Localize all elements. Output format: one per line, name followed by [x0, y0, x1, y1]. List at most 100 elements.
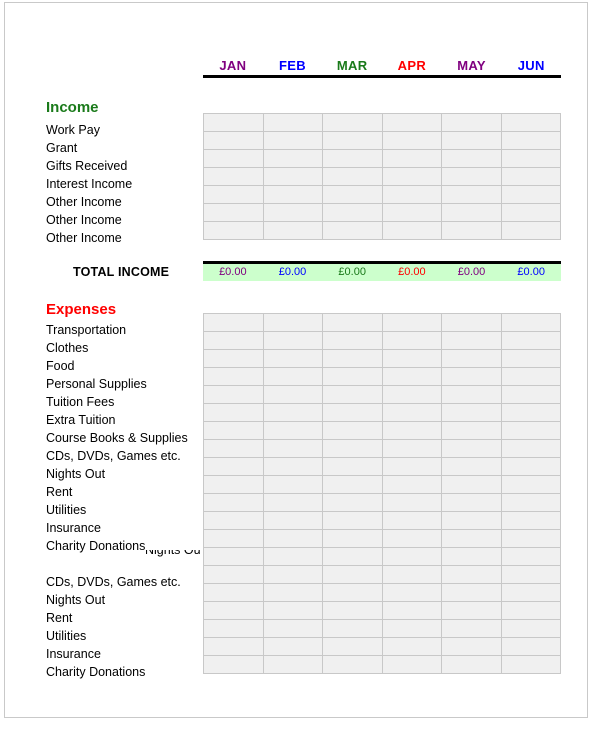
data-cell-r18-c2[interactable] — [323, 638, 383, 656]
data-cell-r1-c0[interactable] — [204, 132, 264, 150]
data-cell-r7-c3[interactable] — [382, 440, 442, 458]
data-cell-r0-c4[interactable] — [442, 114, 502, 132]
data-cell-r7-c0[interactable] — [204, 440, 264, 458]
data-cell-r7-c1[interactable] — [263, 440, 323, 458]
data-cell-r13-c3[interactable] — [382, 548, 442, 566]
data-cell-r11-c1[interactable] — [263, 512, 323, 530]
data-cell-r17-c2[interactable] — [323, 620, 383, 638]
data-cell-r19-c1[interactable] — [263, 656, 323, 674]
data-cell-r9-c3[interactable] — [382, 476, 442, 494]
data-cell-r0-c1[interactable] — [263, 114, 323, 132]
data-cell-r18-c4[interactable] — [442, 638, 502, 656]
data-cell-r1-c3[interactable] — [382, 132, 442, 150]
data-cell-r6-c3[interactable] — [382, 222, 442, 240]
data-cell-r1-c3[interactable] — [382, 332, 442, 350]
data-cell-r14-c0[interactable] — [204, 566, 264, 584]
data-cell-r12-c1[interactable] — [263, 530, 323, 548]
data-cell-r2-c3[interactable] — [382, 350, 442, 368]
data-cell-r16-c0[interactable] — [204, 602, 264, 620]
data-cell-r9-c2[interactable] — [323, 476, 383, 494]
data-cell-r8-c1[interactable] — [263, 458, 323, 476]
data-cell-r1-c1[interactable] — [263, 332, 323, 350]
data-cell-r17-c3[interactable] — [382, 620, 442, 638]
data-cell-r6-c1[interactable] — [263, 422, 323, 440]
data-cell-r6-c0[interactable] — [204, 222, 264, 240]
data-cell-r7-c2[interactable] — [323, 440, 383, 458]
data-cell-r9-c0[interactable] — [204, 476, 264, 494]
data-cell-r0-c5[interactable] — [501, 314, 561, 332]
data-cell-r9-c5[interactable] — [501, 476, 561, 494]
data-cell-r12-c5[interactable] — [501, 530, 561, 548]
data-cell-r2-c2[interactable] — [323, 150, 383, 168]
data-cell-r1-c4[interactable] — [442, 132, 502, 150]
data-cell-r10-c1[interactable] — [263, 494, 323, 512]
data-cell-r6-c0[interactable] — [204, 422, 264, 440]
data-cell-r4-c4[interactable] — [442, 386, 502, 404]
data-cell-r17-c0[interactable] — [204, 620, 264, 638]
data-cell-r12-c3[interactable] — [382, 530, 442, 548]
data-cell-r4-c4[interactable] — [442, 186, 502, 204]
data-cell-r0-c4[interactable] — [442, 314, 502, 332]
data-cell-r16-c5[interactable] — [501, 602, 561, 620]
data-cell-r18-c5[interactable] — [501, 638, 561, 656]
data-cell-r10-c3[interactable] — [382, 494, 442, 512]
data-cell-r8-c4[interactable] — [442, 458, 502, 476]
data-cell-r18-c3[interactable] — [382, 638, 442, 656]
data-cell-r3-c3[interactable] — [382, 168, 442, 186]
data-cell-r15-c5[interactable] — [501, 584, 561, 602]
data-cell-r0-c2[interactable] — [323, 314, 383, 332]
data-cell-r2-c2[interactable] — [323, 350, 383, 368]
data-cell-r19-c4[interactable] — [442, 656, 502, 674]
data-cell-r6-c3[interactable] — [382, 422, 442, 440]
data-cell-r15-c1[interactable] — [263, 584, 323, 602]
data-cell-r4-c3[interactable] — [382, 386, 442, 404]
data-cell-r13-c0[interactable] — [204, 548, 264, 566]
data-cell-r5-c3[interactable] — [382, 204, 442, 222]
data-cell-r5-c4[interactable] — [442, 204, 502, 222]
data-cell-r5-c2[interactable] — [323, 404, 383, 422]
data-cell-r8-c3[interactable] — [382, 458, 442, 476]
data-cell-r5-c1[interactable] — [263, 204, 323, 222]
data-cell-r11-c5[interactable] — [501, 512, 561, 530]
data-cell-r4-c0[interactable] — [204, 186, 264, 204]
data-cell-r4-c2[interactable] — [323, 186, 383, 204]
data-cell-r4-c3[interactable] — [382, 186, 442, 204]
data-cell-r3-c1[interactable] — [263, 168, 323, 186]
data-cell-r1-c2[interactable] — [323, 332, 383, 350]
data-cell-r19-c0[interactable] — [204, 656, 264, 674]
data-cell-r10-c5[interactable] — [501, 494, 561, 512]
data-cell-r16-c2[interactable] — [323, 602, 383, 620]
data-cell-r16-c1[interactable] — [263, 602, 323, 620]
data-cell-r17-c1[interactable] — [263, 620, 323, 638]
data-cell-r4-c5[interactable] — [501, 186, 561, 204]
data-cell-r12-c4[interactable] — [442, 530, 502, 548]
data-cell-r18-c0[interactable] — [204, 638, 264, 656]
expenses-data-grid[interactable] — [203, 313, 561, 674]
data-cell-r2-c0[interactable] — [204, 350, 264, 368]
data-cell-r13-c5[interactable] — [501, 548, 561, 566]
data-cell-r1-c5[interactable] — [501, 132, 561, 150]
data-cell-r4-c0[interactable] — [204, 386, 264, 404]
data-cell-r2-c4[interactable] — [442, 150, 502, 168]
data-cell-r7-c5[interactable] — [501, 440, 561, 458]
data-cell-r15-c3[interactable] — [382, 584, 442, 602]
data-cell-r9-c1[interactable] — [263, 476, 323, 494]
data-cell-r8-c0[interactable] — [204, 458, 264, 476]
data-cell-r17-c5[interactable] — [501, 620, 561, 638]
data-cell-r5-c2[interactable] — [323, 204, 383, 222]
data-cell-r5-c5[interactable] — [501, 204, 561, 222]
data-cell-r5-c1[interactable] — [263, 404, 323, 422]
data-cell-r6-c1[interactable] — [263, 222, 323, 240]
data-cell-r4-c2[interactable] — [323, 386, 383, 404]
data-cell-r13-c4[interactable] — [442, 548, 502, 566]
data-cell-r12-c0[interactable] — [204, 530, 264, 548]
data-cell-r2-c3[interactable] — [382, 150, 442, 168]
data-cell-r19-c3[interactable] — [382, 656, 442, 674]
data-cell-r3-c3[interactable] — [382, 368, 442, 386]
data-cell-r2-c5[interactable] — [501, 350, 561, 368]
data-cell-r13-c1[interactable] — [263, 548, 323, 566]
data-cell-r13-c2[interactable] — [323, 548, 383, 566]
data-cell-r1-c1[interactable] — [263, 132, 323, 150]
data-cell-r6-c5[interactable] — [501, 222, 561, 240]
data-cell-r3-c0[interactable] — [204, 368, 264, 386]
